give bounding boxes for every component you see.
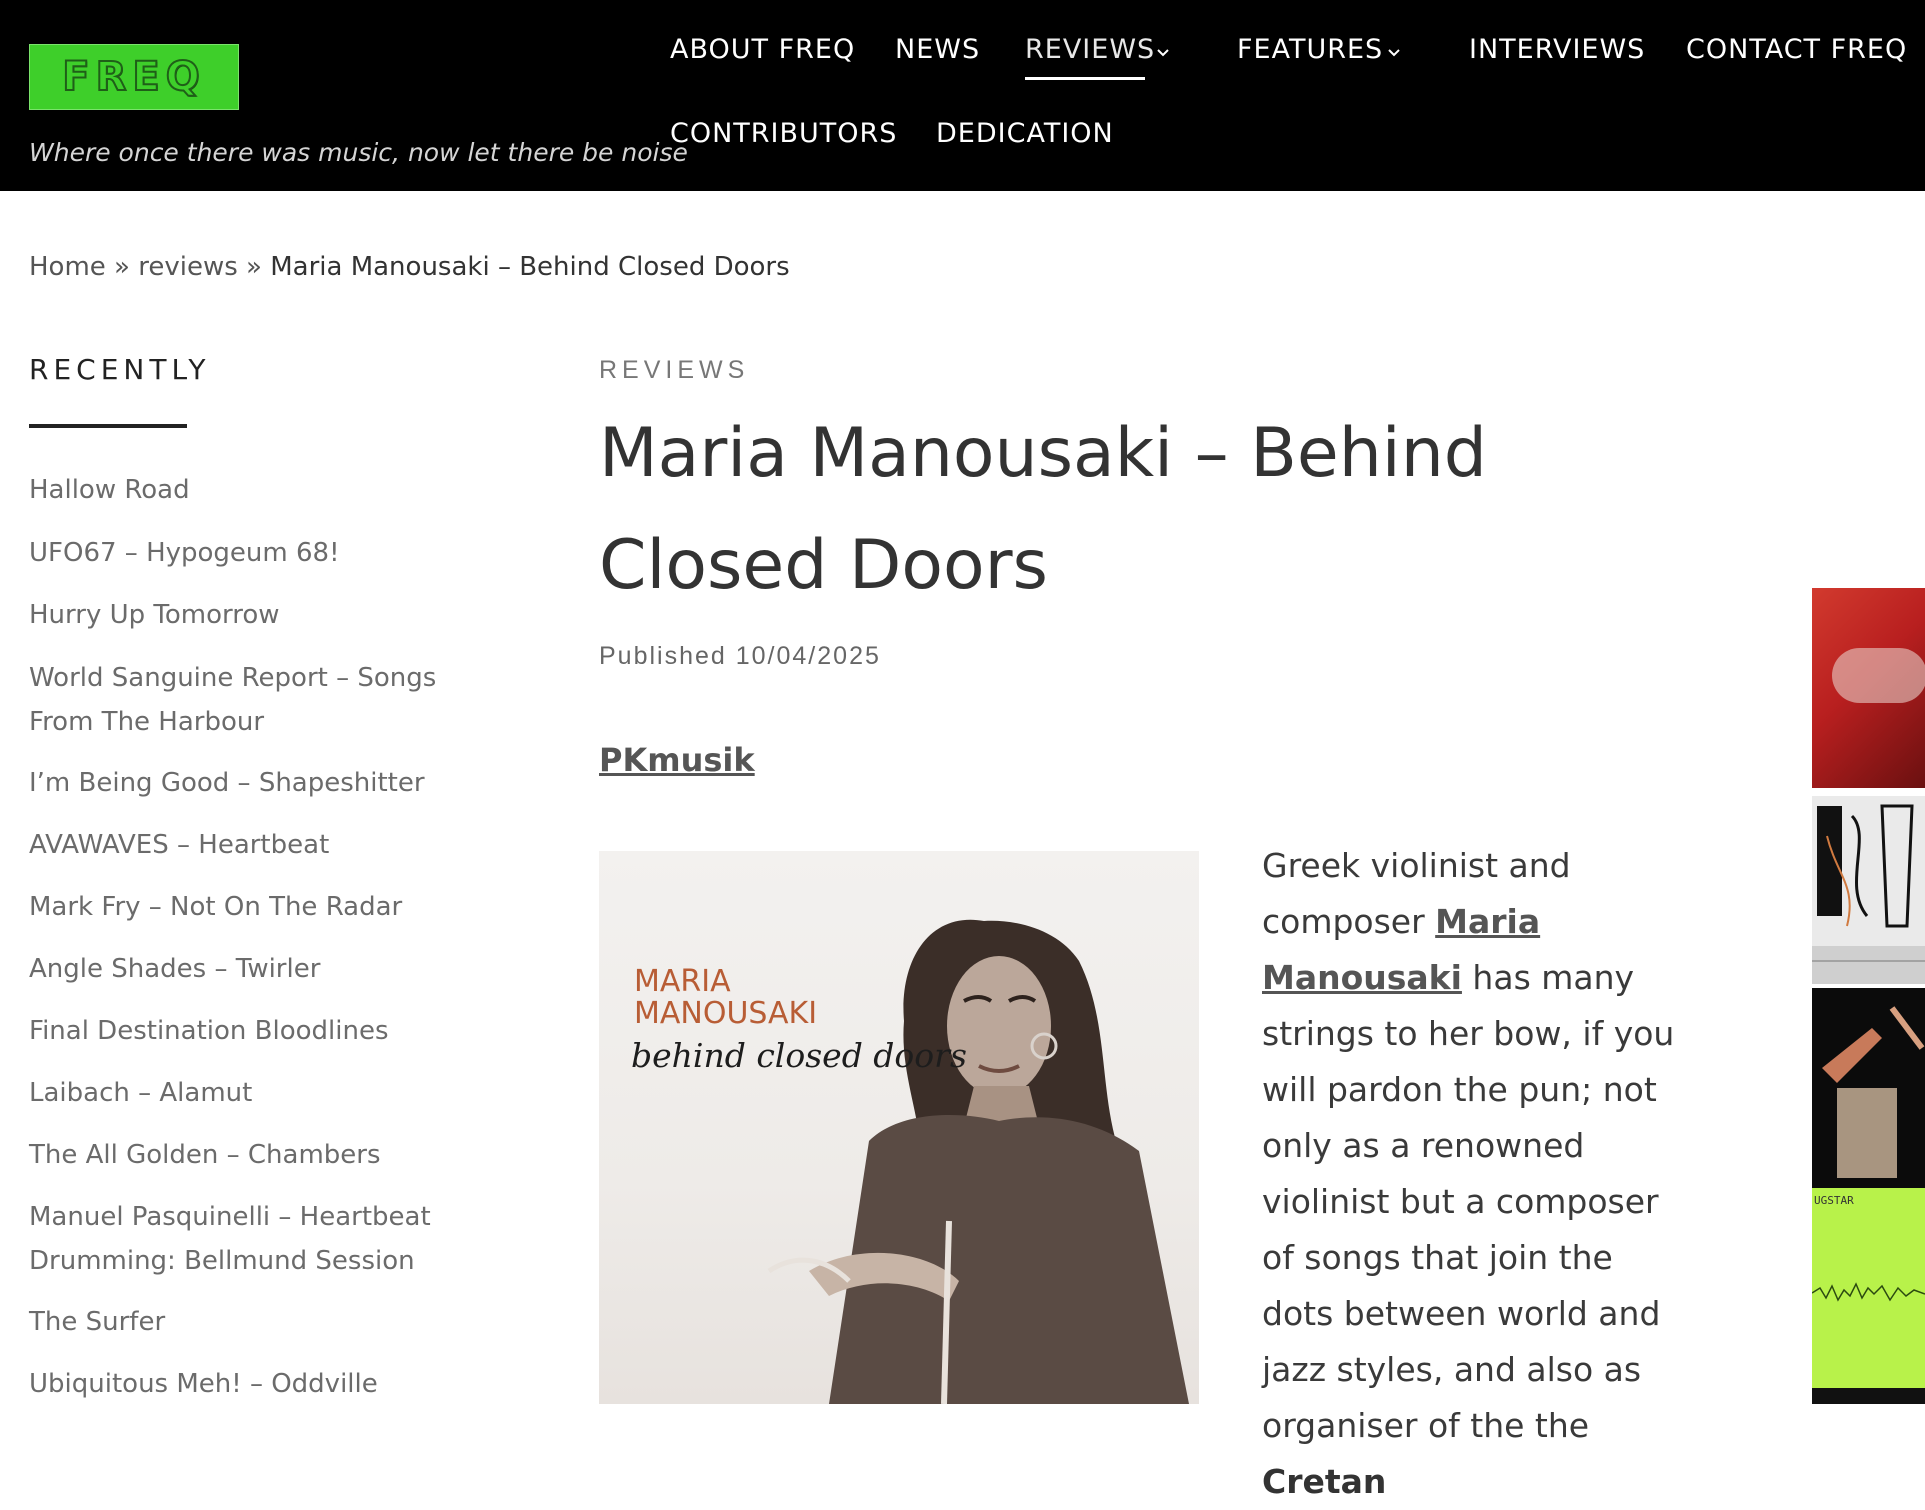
recent-post-link[interactable]: UFO67 – Hypogeum 68! [29,531,499,575]
cover-artist-name: MARIA MANOUSAKI [634,964,818,1031]
site-logo[interactable]: FREQ [29,44,239,110]
breadcrumb-home[interactable]: Home [29,252,106,282]
related-thumbnail[interactable] [1812,796,1925,984]
breadcrumb: Home » reviews » Maria Manousaki – Behin… [29,252,790,282]
post-date: Published 10/04/2025 [599,642,881,670]
cover-album-title: behind closed doors [631,1036,967,1075]
thumbnail-stage [1822,1006,1925,1178]
nav-reviews[interactable]: REVIEWS [1025,34,1155,65]
post-body-strong: Cretan [1262,1462,1387,1501]
site-header: FREQ Where once there was music, now let… [0,0,1925,191]
thumbnail-drawing [1812,796,1925,984]
post-body: Greek violinist and composer Maria Manou… [1262,838,1692,1510]
nav-contributors[interactable]: CONTRIBUTORS [670,118,897,149]
chevron-down-icon[interactable] [1387,46,1401,60]
breadcrumb-separator: » [246,252,262,282]
recent-post-link[interactable]: The All Golden – Chambers [29,1133,499,1177]
nav-active-underline [1025,77,1145,80]
recent-post-link[interactable]: Laibach – Alamut [29,1071,499,1115]
recent-post-link[interactable]: Ubiquitous Meh! – Oddville [29,1362,499,1406]
chevron-down-icon[interactable] [1156,46,1170,60]
recent-post-link[interactable]: World Sanguine Report – Songs From The H… [29,656,499,744]
nav-interviews[interactable]: INTERVIEWS [1469,34,1645,65]
post-category[interactable]: REVIEWS [599,356,749,385]
nav-contact-freq[interactable]: CONTACT FREQ [1686,34,1907,65]
record-label-link[interactable]: PKmusik [599,741,755,779]
waveform-icon [1812,1282,1925,1302]
breadcrumb-separator: » [114,252,130,282]
recent-post-link[interactable]: Mark Fry – Not On The Radar [29,885,499,929]
nav-about-freq[interactable]: ABOUT FREQ [670,34,855,65]
related-thumbnail[interactable] [1812,1388,1925,1404]
recent-post-link[interactable]: Hallow Road [29,468,499,512]
sidebar-heading-rule [29,424,187,428]
nav-news[interactable]: NEWS [895,34,980,65]
logo-text: FREQ [61,53,206,101]
post-title: Maria Manousaki – Behind Closed Doors [599,414,1487,605]
album-cover-portrait [767,919,1189,1404]
recent-post-link[interactable]: Angle Shades – Twirler [29,947,499,991]
breadcrumb-current: Maria Manousaki – Behind Closed Doors [270,252,790,282]
nav-features[interactable]: FEATURES [1237,34,1383,65]
recent-post-link[interactable]: Final Destination Bloodlines [29,1009,499,1053]
related-thumbnail[interactable] [1812,988,1925,1188]
recent-post-link[interactable]: Hurry Up Tomorrow [29,593,499,637]
recent-post-link[interactable]: Manuel Pasquinelli – Heartbeat Drumming:… [29,1195,499,1283]
related-thumbnail[interactable] [1812,588,1925,788]
post-body-text: has many strings to her bow, if you will… [1262,958,1675,1445]
recent-post-link[interactable]: AVAWAVES – Heartbeat [29,823,499,867]
nav-dedication[interactable]: DEDICATION [936,118,1114,149]
recent-post-link[interactable]: I’m Being Good – Shapeshitter [29,761,499,805]
related-thumbnail[interactable]: UGSTAR [1812,1188,1925,1388]
recent-post-link[interactable]: The Surfer [29,1300,499,1344]
breadcrumb-reviews[interactable]: reviews [138,252,238,282]
site-tagline: Where once there was music, now let ther… [29,138,688,167]
album-cover-image: MARIA MANOUSAKI behind closed doors [599,851,1199,1404]
sidebar-heading: RECENTLY [29,353,211,386]
thumbnail-shape [1832,648,1925,703]
